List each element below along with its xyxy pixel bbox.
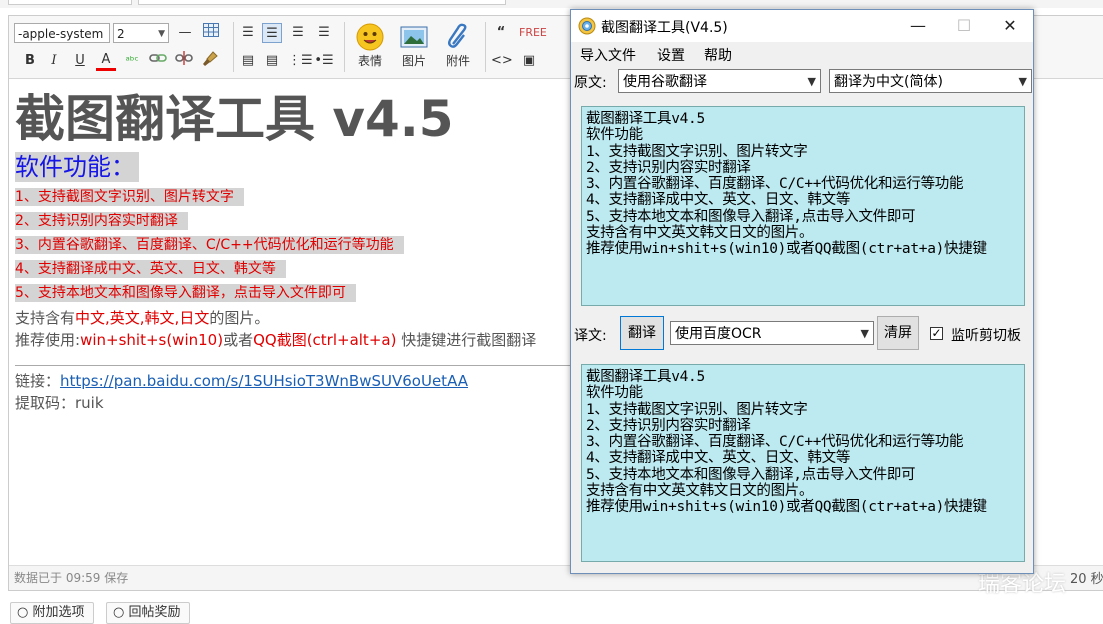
- top-field-left[interactable]: [8, 0, 132, 5]
- bold-icon[interactable]: B: [20, 51, 40, 71]
- chevron-down-icon: ▼: [1018, 75, 1027, 88]
- recommend-prefix: 推荐使用:: [15, 331, 81, 349]
- font-family-value: -apple-system: [18, 27, 104, 41]
- align-justify-icon[interactable]: ☰: [314, 23, 334, 43]
- support-langs: 中文,英文,韩文,日文: [75, 309, 210, 327]
- download-link[interactable]: https://pan.baidu.com/s/1SUHsioT3WnBwSUV…: [60, 372, 468, 390]
- menu-settings[interactable]: 设置: [657, 45, 685, 65]
- feature-item: 2、支持识别内容实时翻译: [15, 212, 188, 230]
- expand-icon: ○: [113, 605, 129, 620]
- support-suffix: 的图片。: [209, 309, 270, 327]
- translator-window: 截图翻译工具(V4.5) — ☐ ✕ 导入文件 设置 帮助 原文: 使用谷歌翻译…: [570, 9, 1034, 574]
- minimize-button[interactable]: —: [895, 10, 941, 42]
- close-button[interactable]: ✕: [987, 10, 1033, 42]
- spellcheck-icon[interactable]: ᵃᵇᶜ: [122, 51, 142, 71]
- autosave-status: 数据已于 09:59 保存: [14, 571, 129, 585]
- clear-button[interactable]: 清屏: [877, 316, 919, 350]
- toolbar-separator: [485, 22, 486, 72]
- underline-icon[interactable]: U: [70, 51, 90, 71]
- app-logo-icon: [578, 17, 596, 35]
- align-left-icon[interactable]: ☰: [238, 23, 258, 43]
- float-left-icon[interactable]: ▤: [238, 51, 258, 71]
- chevron-down-icon: ▼: [807, 75, 816, 88]
- feature-item: 4、支持翻译成中文、英文、日文、韩文等: [15, 260, 286, 278]
- recommend-mid: 或者: [223, 331, 254, 349]
- font-color-icon[interactable]: A: [96, 51, 116, 71]
- smiley-icon: [356, 23, 384, 51]
- maximize-button[interactable]: ☐: [941, 10, 987, 42]
- menu-import-file[interactable]: 导入文件: [580, 45, 636, 65]
- ocr-engine-value: 使用百度OCR: [675, 326, 762, 342]
- feature-heading: 软件功能：: [15, 152, 139, 182]
- menu-help[interactable]: 帮助: [704, 45, 732, 65]
- window-titlebar[interactable]: 截图翻译工具(V4.5) — ☐ ✕: [571, 10, 1033, 42]
- recommend-suffix: 快捷键进行截图翻译: [396, 331, 537, 349]
- image-button[interactable]: 图片: [394, 22, 434, 69]
- link-icon[interactable]: [148, 51, 168, 71]
- toolbar-separator: [233, 22, 234, 72]
- copy-icon[interactable]: ▣: [519, 51, 539, 71]
- code-icon[interactable]: <>: [491, 51, 513, 71]
- emoji-label: 表情: [357, 54, 382, 68]
- quote-icon[interactable]: “: [491, 23, 511, 43]
- divider: [15, 365, 575, 366]
- menu-bar: 导入文件 设置 帮助: [571, 42, 1033, 66]
- unlink-icon[interactable]: [174, 51, 194, 71]
- extra-options-button[interactable]: ○ 附加选项: [10, 602, 94, 624]
- feature-item: 1、支持截图文字识别、图片转文字: [15, 188, 244, 206]
- recommend-qq: QQ截图(ctrl+alt+a): [253, 331, 397, 349]
- expand-icon: ○: [17, 605, 33, 620]
- unordered-list-icon[interactable]: •☰: [314, 51, 334, 71]
- feature-item: 5、支持本地文本和图像导入翻译，点击导入文件即可: [15, 284, 356, 302]
- source-engine-value: 使用谷歌翻译: [623, 74, 707, 90]
- top-field-right[interactable]: [138, 0, 506, 5]
- target-language-select[interactable]: 翻译为中文(简体) ▼: [829, 69, 1032, 93]
- horizontal-rule-icon[interactable]: —: [175, 23, 195, 43]
- source-textarea[interactable]: 截图翻译工具v4.5 软件功能 1、支持截图文字识别、图片转文字 2、支持识别内…: [581, 106, 1025, 306]
- chevron-down-icon: ▼: [158, 29, 165, 39]
- table-icon[interactable]: [201, 23, 221, 43]
- recommend-keys: win+shit+s(win10): [80, 331, 224, 349]
- window-title: 截图翻译工具(V4.5): [601, 20, 728, 36]
- source-engine-select[interactable]: 使用谷歌翻译 ▼: [618, 69, 821, 93]
- align-center-icon[interactable]: ☰: [262, 23, 282, 43]
- chevron-down-icon: ▼: [860, 327, 869, 340]
- free-tag-icon[interactable]: FREE: [519, 23, 547, 43]
- reply-reward-button[interactable]: ○ 回帖奖励: [106, 602, 190, 624]
- font-family-select[interactable]: -apple-system: [14, 23, 110, 43]
- font-size-value: 2: [117, 27, 125, 41]
- ocr-engine-select[interactable]: 使用百度OCR ▼: [670, 321, 874, 345]
- image-label: 图片: [401, 54, 426, 68]
- italic-icon[interactable]: I: [44, 51, 64, 71]
- source-label: 原文:: [574, 75, 607, 91]
- align-right-icon[interactable]: ☰: [288, 23, 308, 43]
- feature-item: 3、内置谷歌翻译、百度翻译、C/C++代码优化和运行等功能: [15, 236, 404, 254]
- top-strip: [0, 0, 1103, 8]
- emoji-button[interactable]: 表情: [350, 22, 390, 69]
- result-textarea[interactable]: 截图翻译工具v4.5 软件功能 1、支持截图文字识别、图片转文字 2、支持识别内…: [581, 364, 1025, 562]
- clipboard-label: 监听剪切板: [951, 328, 1021, 344]
- clear-format-brush-icon[interactable]: [200, 51, 220, 71]
- translate-button[interactable]: 翻译: [620, 316, 664, 350]
- reply-reward-label: 回帖奖励: [128, 605, 181, 620]
- target-language-value: 翻译为中文(简体): [834, 74, 943, 90]
- toolbar-separator: [344, 22, 345, 72]
- seconds-counter: 20 秒: [1070, 572, 1103, 587]
- attachment-label: 附件: [445, 54, 470, 68]
- ordered-list-icon[interactable]: ⋮☰: [288, 51, 313, 71]
- font-size-select[interactable]: 2 ▼: [113, 23, 169, 43]
- paperclip-icon: [448, 23, 467, 48]
- link-label: 链接：: [15, 372, 61, 390]
- float-right-icon[interactable]: ▤: [262, 51, 282, 71]
- support-prefix: 支持含有: [15, 309, 76, 327]
- extra-options-label: 附加选项: [32, 605, 85, 620]
- result-label: 译文:: [574, 328, 607, 344]
- clipboard-checkbox[interactable]: ✓: [930, 327, 943, 340]
- attachment-button[interactable]: 附件: [438, 22, 478, 69]
- image-icon: [400, 26, 428, 48]
